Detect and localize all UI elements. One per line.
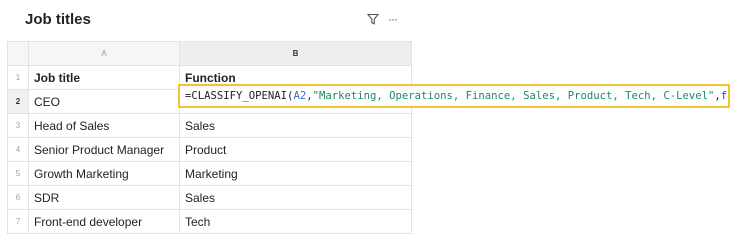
sheet-toolbar: ···: [366, 12, 398, 26]
cell-b4[interactable]: Product: [179, 137, 412, 162]
spreadsheet-view: Job titles ··· A B 1 Job title Function …: [0, 0, 750, 245]
row-number[interactable]: 5: [7, 161, 29, 186]
row-number[interactable]: 6: [7, 185, 29, 210]
cell-b6[interactable]: Sales: [179, 185, 412, 210]
filter-icon[interactable]: [366, 12, 380, 26]
column-header-b[interactable]: B: [179, 41, 412, 66]
grid-corner[interactable]: [7, 41, 29, 66]
table-row: 7 Front-end developer Tech: [7, 209, 412, 234]
more-horizontal-icon[interactable]: ···: [388, 12, 398, 26]
formula-function: =CLASSIFY_OPENAI(: [185, 90, 294, 102]
formula-boolean-argument: false: [720, 90, 728, 102]
cell-a1[interactable]: Job title: [28, 65, 180, 90]
column-header-row: A B: [7, 41, 412, 66]
row-number[interactable]: 1: [7, 65, 29, 90]
row-number[interactable]: 2: [7, 89, 29, 114]
cell-b5[interactable]: Marketing: [179, 161, 412, 186]
sheet-title: Job titles: [25, 11, 91, 28]
table-row: 3 Head of Sales Sales: [7, 113, 412, 138]
row-number[interactable]: 3: [7, 113, 29, 138]
table-row: 6 SDR Sales: [7, 185, 412, 210]
cell-a4[interactable]: Senior Product Manager: [28, 137, 180, 162]
row-number[interactable]: 4: [7, 137, 29, 162]
column-header-a[interactable]: A: [28, 41, 180, 66]
table-row: 5 Growth Marketing Marketing: [7, 161, 412, 186]
cell-b3[interactable]: Sales: [179, 113, 412, 138]
cell-b7[interactable]: Tech: [179, 209, 412, 234]
cell-a5[interactable]: Growth Marketing: [28, 161, 180, 186]
row-number[interactable]: 7: [7, 209, 29, 234]
cell-a7[interactable]: Front-end developer: [28, 209, 180, 234]
cell-a3[interactable]: Head of Sales: [28, 113, 180, 138]
formula-cell-reference: A2: [293, 90, 307, 102]
cell-a2[interactable]: CEO: [28, 89, 180, 114]
spreadsheet-grid: A B 1 Job title Function 2 CEO 3 Head of…: [7, 41, 412, 234]
cell-a6[interactable]: SDR: [28, 185, 180, 210]
table-row: 4 Senior Product Manager Product: [7, 137, 412, 162]
cell-formula-editor[interactable]: =CLASSIFY_OPENAI(A2,"Marketing, Operatio…: [178, 84, 730, 108]
formula-string-argument: "Marketing, Operations, Finance, Sales, …: [312, 90, 715, 102]
